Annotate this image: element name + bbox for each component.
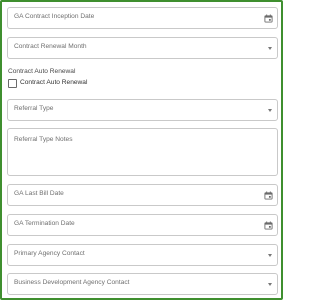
chevron-down-icon	[268, 254, 272, 257]
primary-agency-contact-select[interactable]: Primary Agency Contact	[7, 244, 278, 266]
calendar-icon[interactable]	[264, 191, 273, 200]
calendar-icon[interactable]	[264, 14, 273, 23]
contract-auto-renewal-checkbox[interactable]	[8, 79, 17, 88]
ga-termination-date-field[interactable]: GA Termination Date	[7, 214, 278, 236]
calendar-icon[interactable]	[264, 221, 273, 230]
primary-agency-contact-label: Primary Agency Contact	[14, 250, 85, 257]
contract-auto-renewal-heading: Contract Auto Renewal	[8, 68, 76, 75]
referral-type-notes-textarea[interactable]: Referral Type Notes	[7, 128, 278, 176]
chevron-down-icon	[268, 109, 272, 112]
ga-last-bill-date-field[interactable]: GA Last Bill Date	[7, 184, 278, 206]
contract-auto-renewal-checkbox-label[interactable]: Contract Auto Renewal	[20, 79, 87, 86]
chevron-down-icon	[268, 283, 272, 286]
ga-contract-inception-date-label: GA Contract Inception Date	[14, 13, 95, 20]
ga-last-bill-date-label: GA Last Bill Date	[14, 190, 64, 197]
referral-type-label: Referral Type	[14, 105, 54, 112]
ga-termination-date-label: GA Termination Date	[14, 220, 75, 227]
contract-renewal-month-select[interactable]: Contract Renewal Month	[7, 37, 278, 59]
referral-type-select[interactable]: Referral Type	[7, 99, 278, 121]
chevron-down-icon	[268, 47, 272, 50]
business-development-agency-contact-select[interactable]: Business Development Agency Contact	[7, 273, 278, 295]
ga-contract-inception-date-field[interactable]: GA Contract Inception Date	[7, 7, 278, 29]
contract-renewal-month-label: Contract Renewal Month	[14, 43, 87, 50]
referral-type-notes-label: Referral Type Notes	[14, 136, 73, 143]
business-development-agency-contact-label: Business Development Agency Contact	[14, 279, 130, 286]
form-panel: GA Contract Inception Date Contract Rene…	[0, 0, 283, 300]
